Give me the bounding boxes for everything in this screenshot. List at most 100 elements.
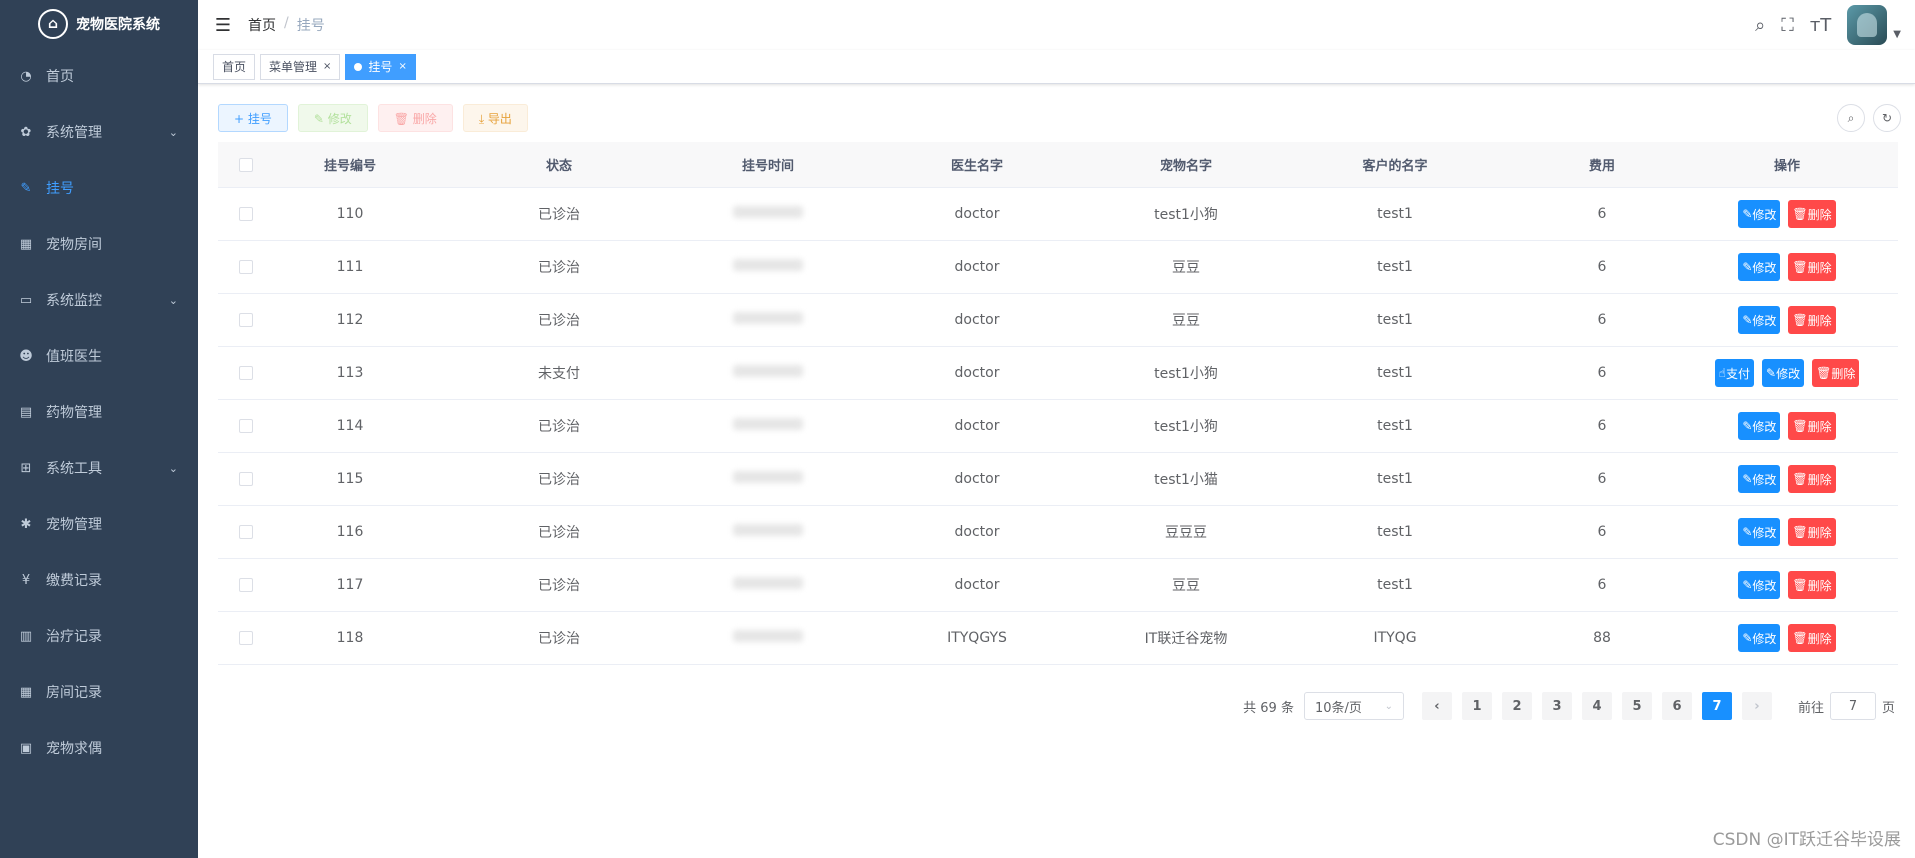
row-delete-button[interactable]: 🗑 删除 (1788, 253, 1836, 281)
edit-label: 修改 (1752, 313, 1777, 328)
sidebar-item[interactable]: ▦ 房间记录 (0, 664, 198, 720)
refresh-icon[interactable]: ↻ (1873, 104, 1901, 132)
grid-icon: ▤ (19, 404, 33, 420)
row-edit-button[interactable]: ✎ 修改 (1762, 359, 1805, 387)
page-number-button[interactable]: 4 (1581, 692, 1612, 720)
row-edit-button[interactable]: ✎ 修改 (1738, 518, 1781, 546)
row-edit-button[interactable]: ✎ 修改 (1738, 253, 1781, 281)
pay-button[interactable]: ☝ 支付 (1714, 359, 1754, 387)
breadcrumb: 首页 / 挂号 (248, 15, 325, 35)
row-delete-button[interactable]: 🗑 删除 (1812, 359, 1860, 387)
close-icon[interactable]: × (398, 55, 406, 79)
tag-item[interactable]: 首页 (213, 53, 256, 80)
sidebar-item[interactable]: ☻ 值班医生 (0, 328, 198, 384)
row-checkbox[interactable] (239, 578, 253, 592)
row-delete-button[interactable]: 🗑 删除 (1788, 306, 1836, 334)
prev-page-button[interactable]: ‹ (1421, 692, 1452, 720)
page-number-button[interactable]: 5 (1621, 692, 1652, 720)
delete-label: 删除 (1807, 525, 1832, 540)
goto-page-input[interactable] (1829, 692, 1876, 720)
caret-down-icon[interactable]: ▼ (1893, 29, 1901, 40)
page-number-button[interactable]: 2 (1501, 692, 1532, 720)
column-header: 费用 (1588, 159, 1615, 174)
row-edit-button[interactable]: ✎ 修改 (1738, 571, 1781, 599)
sidebar-item[interactable]: ⊞ 系统工具 ⌄ (0, 440, 198, 496)
registration-table: 挂号编号 状态 挂号时间 医生名字 宠物名字 客户的名字 费用 操作 110 已诊治 doctor… (218, 142, 1898, 665)
table-row: 113 未支付 doctor test1小狗 test1 6 ☝ 支付 ✎ 修改 🗑 删除 (218, 347, 1898, 400)
cell-doctor: doctor (954, 577, 1000, 593)
blurred-time (733, 259, 803, 271)
cell-pet: test1小狗 (1154, 207, 1218, 223)
row-delete-button[interactable]: 🗑 删除 (1788, 465, 1836, 493)
sidebar-item-label: 宠物管理 (46, 517, 102, 533)
row-checkbox[interactable] (239, 207, 253, 221)
page-number-button[interactable]: 3 (1541, 692, 1572, 720)
sidebar-item[interactable]: ✿ 系统管理 ⌄ (0, 104, 198, 160)
cell-customer: ITYQG (1373, 630, 1417, 646)
row-checkbox[interactable] (239, 472, 253, 486)
next-page-button[interactable]: › (1741, 692, 1772, 720)
column-header: 挂号编号 (323, 159, 376, 174)
logo[interactable]: ⌂ 宠物医院系统 (0, 0, 198, 48)
cell-status: 已诊治 (538, 313, 580, 329)
cell-doctor: doctor (954, 206, 1000, 222)
page-number-button[interactable]: 6 (1661, 692, 1692, 720)
edit-label: 修改 (1752, 472, 1777, 487)
close-icon[interactable]: × (323, 55, 331, 79)
sidebar-item-label: 系统管理 (46, 125, 102, 141)
blurred-time (733, 471, 803, 483)
row-checkbox[interactable] (239, 419, 253, 433)
sidebar-item[interactable]: ▭ 系统监控 ⌄ (0, 272, 198, 328)
sidebar-item-label: 系统监控 (46, 293, 102, 309)
export-button[interactable]: ⤓ 导出 (462, 104, 528, 132)
fullscreen-icon[interactable]: ⛶ (1781, 15, 1794, 36)
sidebar-item[interactable]: ▥ 治疗记录 (0, 608, 198, 664)
row-edit-button[interactable]: ✎ 修改 (1738, 412, 1781, 440)
row-edit-button[interactable]: ✎ 修改 (1738, 306, 1781, 334)
edit-label: 修改 (1752, 207, 1777, 222)
sidebar-item[interactable]: ▤ 药物管理 (0, 384, 198, 440)
hamburger-icon[interactable]: ☰ (198, 15, 248, 36)
cell-id: 117 (336, 577, 364, 593)
sidebar-item-label: 首页 (46, 69, 74, 85)
breadcrumb-home[interactable]: 首页 (248, 15, 276, 35)
row-actions: ✎ 修改 🗑 删除 (1676, 412, 1898, 440)
row-delete-button[interactable]: 🗑 删除 (1788, 412, 1836, 440)
cell-pet: 豆豆 (1172, 578, 1200, 594)
page-size-select[interactable]: 10条/页 ⌄ (1303, 692, 1404, 720)
avatar[interactable] (1847, 5, 1888, 45)
search-toggle-icon[interactable]: ⌕ (1837, 104, 1865, 132)
select-all-cell (218, 157, 274, 172)
cell-fee: 6 (1597, 259, 1607, 275)
sidebar-item[interactable]: ◔ 首页 (0, 48, 198, 104)
row-delete-button[interactable]: 🗑 删除 (1788, 571, 1836, 599)
row-delete-button[interactable]: 🗑 删除 (1788, 624, 1836, 652)
row-edit-button[interactable]: ✎ 修改 (1738, 200, 1781, 228)
row-checkbox[interactable] (239, 631, 253, 645)
sidebar-item[interactable]: ¥ 缴费记录 (0, 552, 198, 608)
row-edit-button[interactable]: ✎ 修改 (1738, 465, 1781, 493)
search-icon[interactable]: ⌕ (1755, 15, 1765, 36)
sidebar-item[interactable]: ✱ 宠物管理 (0, 496, 198, 552)
row-checkbox[interactable] (239, 366, 253, 380)
row-checkbox[interactable] (239, 525, 253, 539)
row-checkbox[interactable] (239, 260, 253, 274)
row-edit-button[interactable]: ✎ 修改 (1738, 624, 1781, 652)
row-delete-button[interactable]: 🗑 删除 (1788, 200, 1836, 228)
page-number-button[interactable]: 1 (1461, 692, 1492, 720)
tag-item[interactable]: 菜单管理 × (260, 53, 341, 80)
add-button[interactable]: + 挂号 (218, 104, 288, 132)
sidebar-item[interactable]: ▦ 宠物房间 (0, 216, 198, 272)
edit-button[interactable]: ✎ 修改 (297, 104, 368, 132)
font-size-icon[interactable]: ᴛT (1810, 15, 1831, 36)
sidebar-item[interactable]: ✎ 挂号 (0, 160, 198, 216)
sidebar-item[interactable]: ▣ 宠物求偶 (0, 720, 198, 776)
blurred-time (733, 524, 803, 536)
checkbox-cell (218, 578, 274, 592)
page-number-button[interactable]: 7 (1701, 692, 1732, 720)
row-delete-button[interactable]: 🗑 删除 (1788, 518, 1836, 546)
tag-item[interactable]: 挂号 × (345, 53, 416, 80)
delete-button[interactable]: 🗑 删除 (377, 104, 453, 132)
select-all-checkbox[interactable] (239, 157, 253, 172)
row-checkbox[interactable] (239, 313, 253, 327)
